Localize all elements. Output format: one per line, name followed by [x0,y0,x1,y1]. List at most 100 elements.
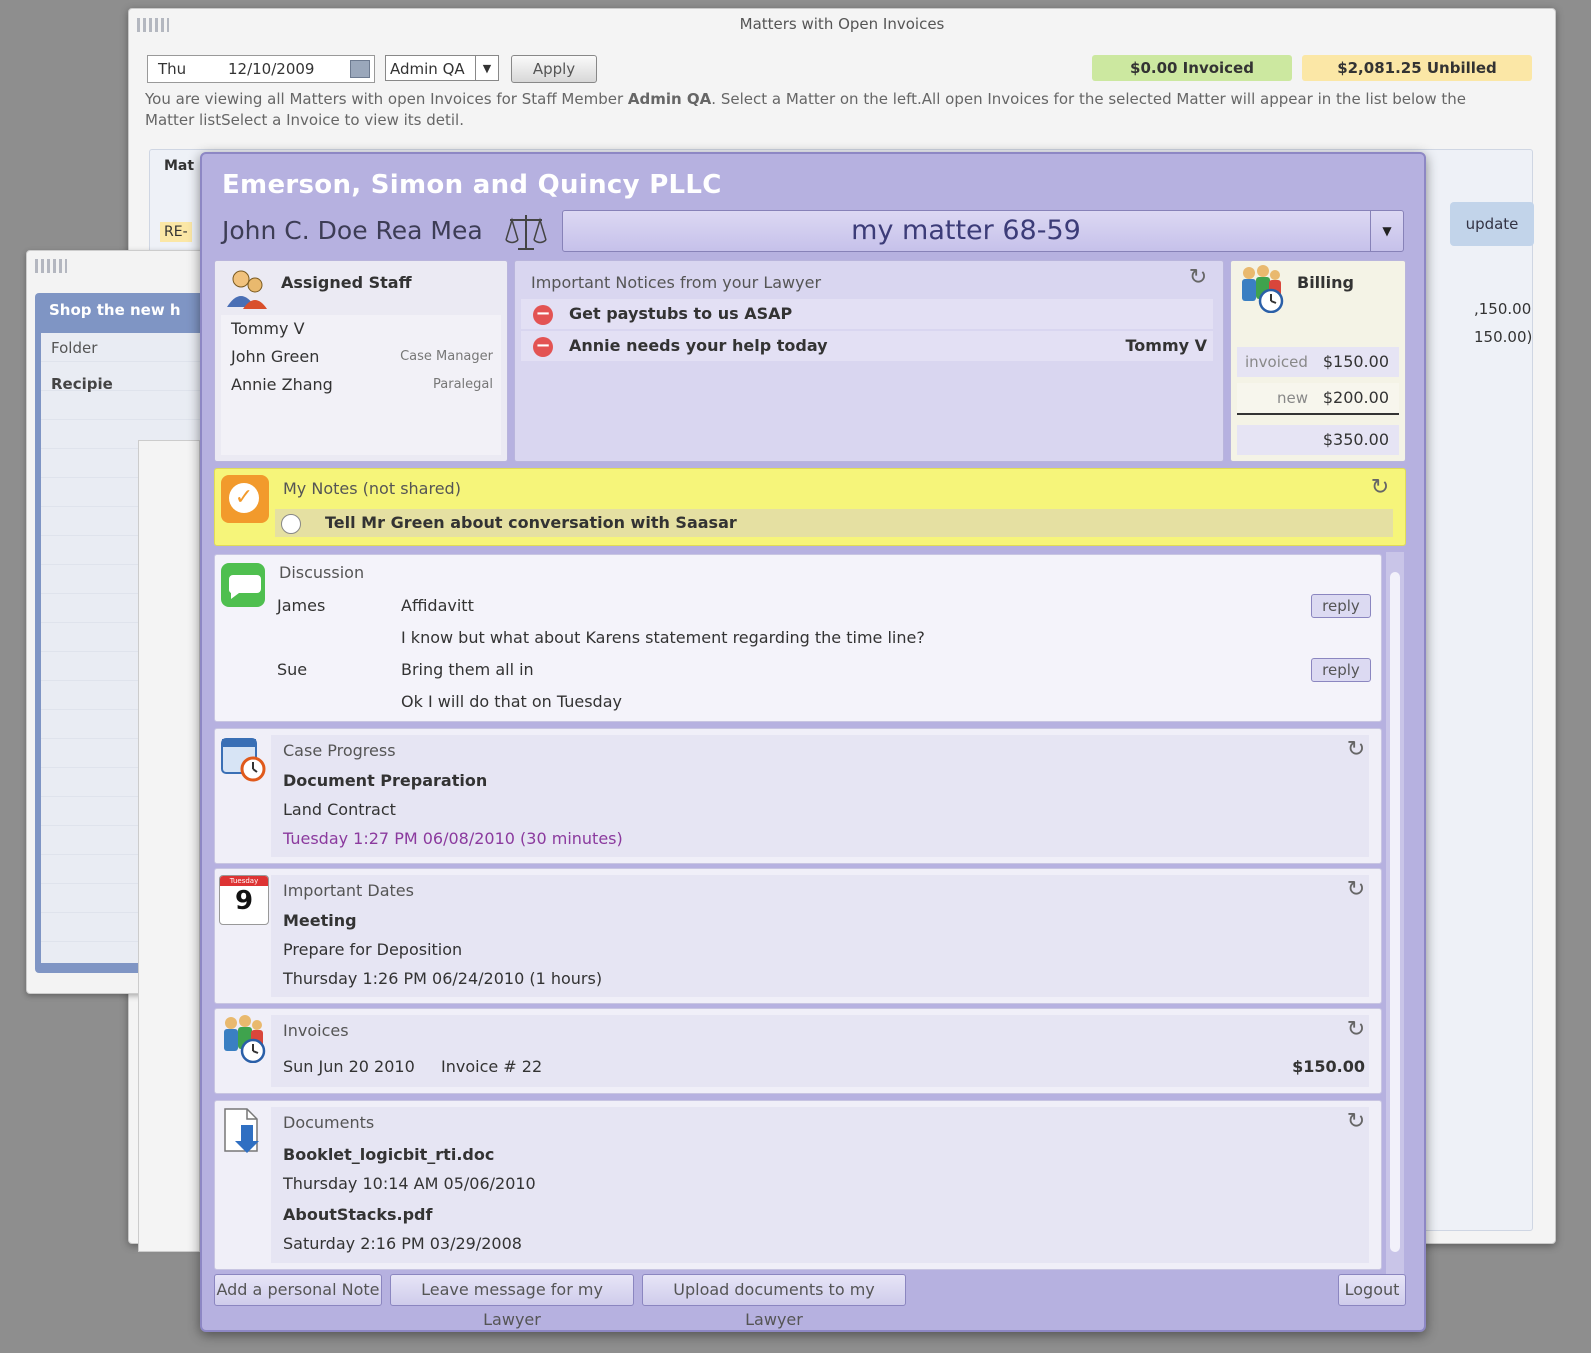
document-name[interactable]: Booklet_logicbit_rti.doc [283,1145,494,1164]
case-progress-section: Case Progress ↻ Document Preparation Lan… [214,728,1382,864]
discussion-message: Ok I will do that on Tuesday [401,692,622,711]
discussion-message: Bring them all in [401,660,534,679]
important-notices-panel: Important Notices from your Lawyer ↻ − G… [514,260,1224,462]
refresh-icon[interactable]: ↻ [1369,477,1391,499]
background-window [138,440,200,1252]
discussion-row: Sue Bring them all in reply [277,655,1371,685]
grip-icon[interactable] [35,259,67,273]
window-titlebar[interactable]: Matters with Open Invoices [129,9,1555,43]
invoice-number: Invoice # 22 [441,1057,543,1076]
staff-name: John Green [231,347,320,366]
shop-title: Shop the new h [49,301,181,319]
reply-button[interactable]: reply [1311,594,1371,618]
important-date-when: Thursday 1:26 PM 06/24/2010 (1 hours) [283,969,603,988]
staff-name: Annie Zhang [231,375,333,394]
new-amount: $200.00 [1322,388,1389,407]
my-notes-title: My Notes (not shared) [283,479,461,498]
staff-name: Tommy V [231,319,305,338]
discussion-section: Discussion James Affidavitt reply I know… [214,554,1382,722]
discussion-title: Discussion [279,563,365,582]
refresh-icon[interactable]: ↻ [1345,1019,1367,1041]
billing-new-row: new $200.00 [1237,383,1399,415]
reply-button[interactable]: reply [1311,658,1371,682]
document-name[interactable]: AboutStacks.pdf [283,1205,432,1224]
my-notes-panel: ✓ My Notes (not shared) ↻ Tell Mr Green … [214,468,1406,546]
check-icon: ✓ [221,475,269,523]
staff-role: Case Manager [400,349,493,364]
speech-bubble-icon [221,563,265,607]
scrollbar-thumb[interactable] [1390,572,1400,1252]
staff-row[interactable]: Tommy V [231,315,493,343]
recipients-label: Recipie [51,375,113,393]
grip-icon[interactable] [137,18,169,32]
notice-row[interactable]: − Annie needs your help today Tommy V [521,331,1213,361]
invoice-row[interactable]: Sun Jun 20 2010 Invoice # 22 $150.00 [277,1053,1367,1081]
staff-row[interactable]: Annie Zhang Paralegal [231,371,493,399]
refresh-icon[interactable]: ↻ [1345,1111,1367,1133]
discussion-row: Ok I will do that on Tuesday [277,687,1371,717]
date-input[interactable]: Thu 12/10/2009 [147,55,375,83]
chevron-down-icon[interactable]: ▼ [1370,211,1403,251]
discussion-author: James [277,596,326,615]
apply-button[interactable]: Apply [511,55,597,83]
sections-scroll-area[interactable]: Discussion James Affidavitt reply I know… [214,552,1404,1274]
calendar-day-icon: Tuesday 9 [219,875,269,925]
staff-role: Paralegal [433,377,493,392]
upload-documents-button[interactable]: Upload documents to my Lawyer [642,1274,906,1329]
case-progress-title: Case Progress [283,741,396,760]
update-button[interactable]: update [1450,202,1534,246]
note-radio[interactable] [281,514,301,534]
re-label: RE- [160,222,192,242]
billing-total-row: $350.00 [1237,425,1399,455]
staff-select-value: Admin QA [390,60,465,78]
invoices-section: Invoices ↻ Sun Jun 20 2010 Invoice # 22 … [214,1008,1382,1094]
refresh-icon[interactable]: ↻ [1187,267,1209,289]
calendar-day: 9 [234,886,254,916]
staff-list: Tommy V John Green Case Manager Annie Zh… [221,315,501,455]
window-title: Matters with Open Invoices [739,15,945,33]
documents-section: Documents ↻ Booklet_logicbit_rti.doc Thu… [214,1100,1382,1270]
notice-row[interactable]: − Get paystubs to us ASAP [521,299,1213,329]
note-row[interactable]: Tell Mr Green about conversation with Sa… [275,509,1393,537]
staff-title: Assigned Staff [281,273,412,292]
case-progress-sub: Land Contract [283,800,396,819]
case-progress-when: Tuesday 1:27 PM 06/08/2010 (30 minutes) [283,829,623,848]
matter-select[interactable]: my matter 68-59 ▼ [562,210,1404,252]
staff-row[interactable]: John Green Case Manager [231,343,493,371]
date-value: 12/10/2009 [228,60,315,78]
client-name: John C. Doe Rea Mea [222,216,483,245]
remove-icon[interactable]: − [533,305,553,325]
invoice-date: Sun Jun 20 2010 [283,1057,415,1076]
calendar-icon[interactable] [350,60,370,78]
remove-icon[interactable]: − [533,337,553,357]
case-progress-item: Document Preparation [283,771,488,790]
invoiced-amount: $150.00 [1322,352,1389,371]
scales-of-justice-icon [505,215,547,250]
important-dates-title: Important Dates [283,881,414,900]
invoiced-badge[interactable]: $0.00 Invoiced [1092,55,1292,81]
billing-title: Billing [1297,273,1354,292]
notice-from: Tommy V [1125,336,1207,355]
unbilled-badge[interactable]: $2,081.25 Unbilled [1302,55,1532,81]
new-label: new [1277,389,1309,407]
refresh-icon[interactable]: ↻ [1345,739,1367,761]
important-date-sub: Prepare for Deposition [283,940,463,959]
amount-value: ,150.00 [1474,300,1532,318]
firm-name: Emerson, Simon and Quincy PLLC [222,170,722,200]
vertical-scrollbar[interactable] [1386,552,1404,1274]
matter-select-value: my matter 68-59 [851,215,1081,246]
refresh-icon[interactable]: ↻ [1345,879,1367,901]
billing-people-icon [1242,265,1284,313]
discussion-row: James Affidavitt reply [277,591,1371,621]
add-personal-note-button[interactable]: Add a personal Note [214,1274,382,1306]
logout-button[interactable]: Logout [1338,1274,1406,1306]
staff-select[interactable]: Admin QA ▼ [385,55,499,81]
chevron-down-icon[interactable]: ▼ [475,56,498,80]
staff-icon [227,270,267,309]
calendar-clock-icon [221,738,266,782]
document-date: Saturday 2:16 PM 03/29/2008 [283,1234,522,1253]
note-text: Tell Mr Green about conversation with Sa… [325,513,737,532]
notice-text: Get paystubs to us ASAP [569,304,793,323]
matter-column-label: Mat [164,158,195,174]
leave-message-button[interactable]: Leave message for my Lawyer [390,1274,634,1329]
